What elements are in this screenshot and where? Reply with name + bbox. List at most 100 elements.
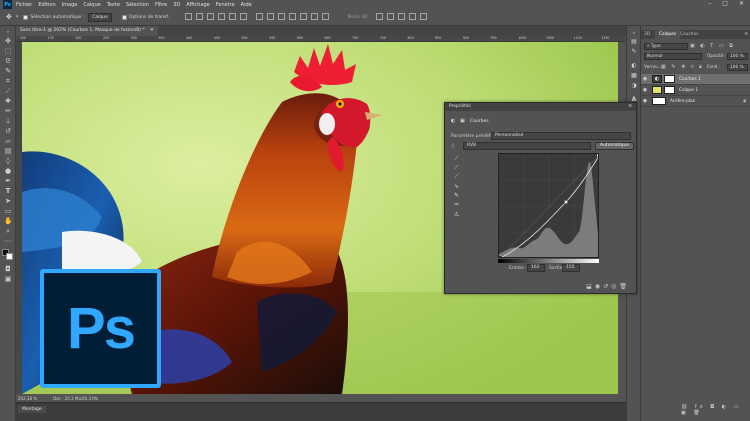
- color-panel-icon[interactable]: ◐: [630, 62, 638, 69]
- distribute-top-icon[interactable]: [256, 12, 264, 20]
- background-color-swatch[interactable]: [6, 253, 13, 260]
- history-panel-icon[interactable]: ▤: [630, 38, 638, 45]
- pen-tool-icon[interactable]: ✒: [4, 178, 12, 185]
- orbit-3d-icon[interactable]: [376, 12, 384, 20]
- menu-fichier[interactable]: Fichier: [16, 2, 32, 8]
- white-point-eyedropper-icon[interactable]: ⟋: [453, 173, 460, 180]
- curves-graph[interactable]: [498, 153, 599, 258]
- maximize-icon[interactable]: □: [722, 0, 728, 7]
- menu-aide[interactable]: Aide: [241, 2, 252, 8]
- menu-texte[interactable]: Texte: [107, 2, 120, 8]
- brush-settings-icon[interactable]: ✎: [630, 48, 638, 55]
- align-top-icon[interactable]: [185, 12, 193, 20]
- on-image-adjust-icon[interactable]: ☝: [451, 143, 455, 150]
- curve-edit-points-icon[interactable]: ∿: [453, 183, 460, 190]
- more-tools-icon[interactable]: ⋯: [4, 238, 12, 245]
- align-left-icon[interactable]: [218, 12, 226, 20]
- panel-menu-icon[interactable]: ≡: [628, 104, 632, 109]
- healing-tool-icon[interactable]: ✚: [4, 98, 12, 105]
- toolbar-collapse-icon[interactable]: »: [4, 28, 12, 35]
- view-previous-icon[interactable]: ◉: [595, 283, 603, 290]
- marquee-tool-icon[interactable]: ⬚: [4, 48, 12, 55]
- minimize-icon[interactable]: –: [708, 0, 711, 7]
- tool-preset-chevron-icon[interactable]: ▾: [16, 14, 19, 20]
- swatches-panel-icon[interactable]: ▦: [630, 72, 638, 79]
- distribute-hcenter-icon[interactable]: [300, 12, 308, 20]
- shape-tool-icon[interactable]: ▭: [4, 208, 12, 215]
- layers-footer-icons[interactable]: ⛓ fx ◘ ◐ ▭ ▣ 🗑︎: [681, 404, 750, 416]
- auto-select-checkbox[interactable]: [23, 14, 29, 20]
- distribute-bottom-icon[interactable]: [278, 12, 286, 20]
- eyedropper-tool-icon[interactable]: ⟋: [4, 88, 12, 95]
- gray-point-eyedropper-icon[interactable]: ⟋: [453, 164, 460, 171]
- strip-collapse-icon[interactable]: «: [630, 30, 638, 37]
- menu-image[interactable]: Image: [62, 2, 78, 8]
- reset-icon[interactable]: ↺: [603, 283, 611, 290]
- delete-icon[interactable]: 🗑︎: [619, 283, 630, 290]
- menu-filtre[interactable]: Filtre: [155, 2, 167, 8]
- layer-filter-icons[interactable]: ▣ ◐ T ▭ ⧉: [690, 43, 735, 49]
- transform-checkbox[interactable]: [121, 14, 127, 20]
- lock-icon[interactable]: 🔒︎: [743, 98, 746, 104]
- layer-name[interactable]: Courbes 1: [679, 77, 701, 82]
- preset-dropdown[interactable]: Personnalisé: [491, 132, 631, 140]
- path-select-tool-icon[interactable]: ➤: [4, 198, 12, 205]
- lock-icons[interactable]: ▦ ✎ ✥ ⌑ 🔒︎: [661, 64, 704, 70]
- tab-3d[interactable]: 3D: [644, 32, 650, 37]
- clipping-warning-icon[interactable]: ⚠: [453, 211, 460, 218]
- eye-icon[interactable]: ◉: [641, 98, 649, 104]
- layer-mask-thumbnail[interactable]: [664, 75, 675, 83]
- zoom-tool-icon[interactable]: ⌕: [4, 228, 12, 235]
- menu-fenetre[interactable]: Fenêtre: [216, 2, 235, 8]
- crop-tool-icon[interactable]: ⌗: [4, 78, 12, 85]
- layer-row-arriere-plan[interactable]: ◉ Arrière-plan 🔒︎: [641, 96, 750, 107]
- close-tab-icon[interactable]: ✕: [150, 28, 154, 33]
- menu-edition[interactable]: Edition: [38, 2, 55, 8]
- align-vcenter-icon[interactable]: [196, 12, 204, 20]
- tab-couches[interactable]: Couches: [680, 32, 698, 37]
- menu-calque[interactable]: Calque: [83, 2, 100, 8]
- layer-name[interactable]: Arrière-plan: [670, 99, 695, 104]
- stamp-tool-icon[interactable]: ⊥: [4, 118, 12, 125]
- smooth-curve-icon[interactable]: ≈: [453, 201, 460, 208]
- quick-select-tool-icon[interactable]: ✎: [4, 68, 12, 75]
- gradient-tool-icon[interactable]: ▤: [4, 148, 12, 155]
- move-tool-icon[interactable]: ✥: [4, 38, 12, 45]
- zoom-level[interactable]: 202,38 %: [18, 396, 37, 401]
- eye-icon[interactable]: ◉: [641, 76, 649, 82]
- properties-title-bar[interactable]: Propriétés ≡: [445, 103, 636, 111]
- distribute-right-icon[interactable]: [311, 12, 319, 20]
- clip-to-layer-icon[interactable]: ⬓: [586, 283, 595, 290]
- curve-pencil-icon[interactable]: ✎: [453, 192, 460, 199]
- blend-mode-dropdown[interactable]: Normal: [644, 53, 702, 60]
- distribute-vcenter-icon[interactable]: [267, 12, 275, 20]
- adjustments-panel-icon[interactable]: ◑: [630, 82, 638, 89]
- brush-tool-icon[interactable]: ✏: [4, 108, 12, 115]
- layer-kind-filter[interactable]: ⌕ Type: [644, 43, 688, 50]
- roll-3d-icon[interactable]: [387, 12, 395, 20]
- align-hcenter-icon[interactable]: [229, 12, 237, 20]
- eraser-tool-icon[interactable]: ▱: [4, 138, 12, 145]
- auto-button[interactable]: Automatique: [595, 142, 635, 150]
- lasso-tool-icon[interactable]: ᘓ: [4, 58, 12, 65]
- menu-3d[interactable]: 3D: [173, 2, 180, 8]
- channel-dropdown[interactable]: RVB: [463, 142, 591, 150]
- auto-select-dropdown[interactable]: Calque: [88, 12, 112, 22]
- hand-tool-icon[interactable]: ✋: [4, 218, 13, 225]
- scale-3d-icon[interactable]: [420, 12, 428, 20]
- workspace-tab-montage[interactable]: Montage: [18, 406, 46, 413]
- history-brush-tool-icon[interactable]: ↺: [4, 128, 12, 135]
- dodge-tool-icon[interactable]: ●: [4, 168, 12, 175]
- layer-name[interactable]: Calque 1: [679, 88, 698, 93]
- layer-row-courbes[interactable]: ◉ ◐ Courbes 1: [641, 74, 750, 85]
- panel-menu-icon[interactable]: ≡: [744, 32, 748, 37]
- menu-selection[interactable]: Sélection: [126, 2, 149, 8]
- output-field[interactable]: 155: [562, 264, 580, 272]
- menu-affichage[interactable]: Affichage: [186, 2, 210, 8]
- move-tool-icon[interactable]: ✥: [6, 13, 12, 21]
- distribute-left-icon[interactable]: [289, 12, 297, 20]
- blur-tool-icon[interactable]: ◊: [4, 158, 12, 165]
- eye-icon[interactable]: ◉: [641, 87, 649, 93]
- type-tool-icon[interactable]: T: [4, 188, 12, 195]
- fill-field[interactable]: 100 %: [727, 64, 748, 71]
